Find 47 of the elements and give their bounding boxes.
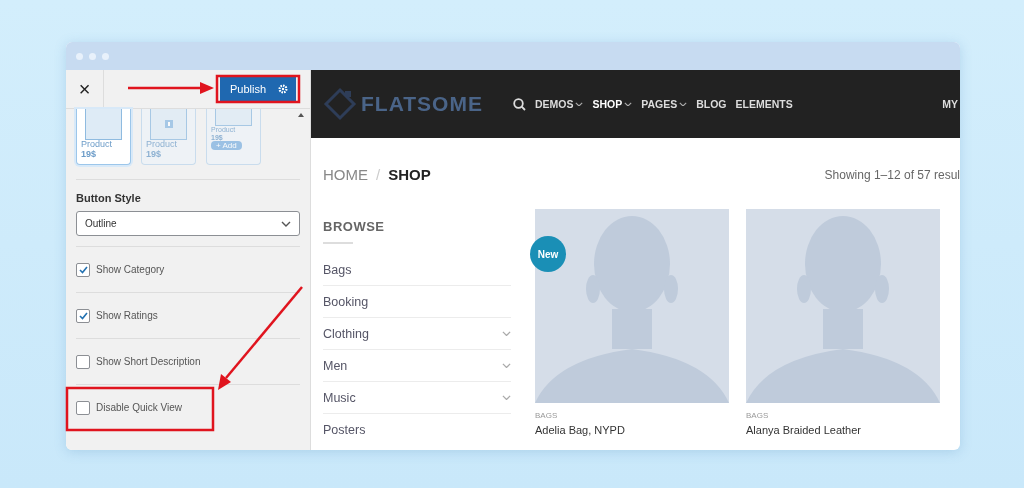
logo-icon [323, 87, 357, 121]
product-category: BAGS [746, 411, 770, 420]
nav-link[interactable]: MY [942, 98, 958, 110]
scroll-up-icon[interactable] [298, 113, 304, 117]
settings-icon [278, 84, 288, 94]
field-label: Button Style [76, 192, 142, 204]
checkbox[interactable] [76, 354, 90, 369]
product-name[interactable]: Alanya Braided Leather [746, 424, 940, 436]
nav-link[interactable]: SHOP [592, 98, 633, 110]
chevron-down-icon [281, 220, 291, 227]
nav-link[interactable]: BLOG [696, 98, 727, 110]
style-select[interactable]: Outline [76, 211, 300, 236]
option-label: Show Ratings [96, 310, 158, 321]
search-icon[interactable] [512, 97, 526, 111]
product-category: BAGS [535, 411, 559, 420]
new-badge: New [530, 236, 566, 272]
product-price: 19$ [81, 149, 98, 160]
checkbox[interactable] [76, 262, 90, 277]
option-label: Disable Quick View [96, 402, 182, 413]
window-dot[interactable] [102, 52, 109, 60]
sidebar-title: BROWSE [323, 219, 386, 234]
option-label: Show Short Description [96, 356, 201, 367]
window-dot[interactable] [89, 52, 96, 60]
category-link[interactable]: Bags [323, 254, 511, 285]
window-dot[interactable] [76, 52, 83, 60]
nav-link[interactable]: ELEMENTS [735, 98, 793, 110]
nav-link[interactable]: DEMOS [534, 98, 584, 110]
breadcrumb-link[interactable]: HOME [323, 166, 368, 183]
breadcrumb-separator: / [376, 166, 381, 183]
breadcrumb-link[interactable]: SHOP [388, 166, 431, 183]
category-link[interactable]: Men [323, 349, 511, 381]
result-count: Showing 1–12 of 57 resul [824, 167, 960, 182]
category-link[interactable]: Music [323, 381, 511, 413]
category-link[interactable]: Posters [323, 413, 511, 445]
product-title: Product [81, 140, 114, 150]
product-name[interactable]: Adelia Bag, NYPD [535, 424, 729, 436]
image-icon [164, 120, 173, 128]
nav-link[interactable]: PAGES [641, 98, 688, 110]
checkbox[interactable] [76, 400, 90, 415]
category-link[interactable]: Booking [323, 285, 511, 317]
product-title: Product [146, 140, 179, 150]
category-link[interactable]: Clothing [323, 317, 511, 349]
checkbox[interactable] [76, 308, 90, 323]
option-label: Show Category [96, 264, 165, 275]
add-button: + Add [211, 141, 242, 151]
publish-button[interactable]: Publish [220, 76, 296, 102]
product-price: 19$ [146, 149, 163, 160]
